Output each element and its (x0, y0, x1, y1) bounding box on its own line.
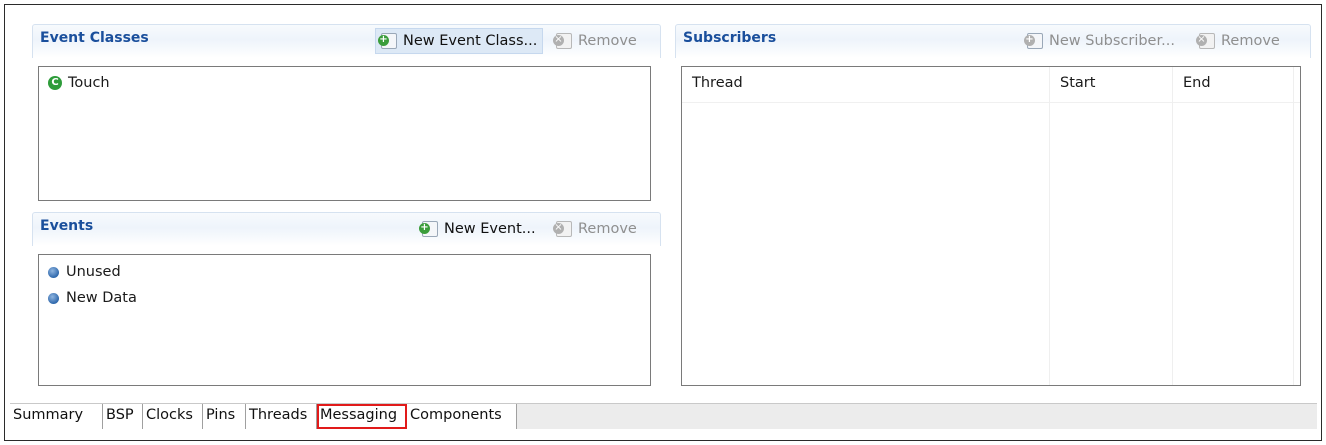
new-class-icon (378, 33, 397, 49)
table-header: Thread Start End (682, 67, 1300, 103)
new-event-icon (419, 221, 438, 237)
remove-icon (553, 33, 572, 49)
class-c-icon: C (48, 76, 62, 90)
list-item[interactable]: C Touch (39, 70, 650, 96)
event-label: Unused (66, 264, 121, 280)
column-divider (1293, 67, 1294, 385)
remove-icon (553, 221, 572, 237)
editor-tab-bar: Summary BSP Clocks Pins Threads Messagin… (10, 403, 1317, 429)
column-header-thread[interactable]: Thread (692, 75, 743, 91)
new-event-label: New Event... (444, 221, 536, 237)
list-item[interactable]: New Data (39, 285, 650, 311)
tab-summary[interactable]: Summary (10, 404, 103, 429)
new-event-class-button[interactable]: New Event Class... (375, 28, 544, 54)
subscribers-section: Subscribers New Subscriber... Remove Thr… (675, 24, 1311, 389)
remove-subscriber-button[interactable]: Remove (1194, 28, 1285, 54)
new-event-class-label: New Event Class... (403, 33, 538, 49)
events-title: Events (40, 218, 94, 234)
new-subscriber-icon (1024, 33, 1043, 49)
configuration-editor: Event Classes New Event Class... Remove … (4, 4, 1322, 441)
remove-icon (1196, 33, 1215, 49)
subscribers-header: Subscribers New Subscriber... Remove (675, 24, 1311, 58)
remove-event-class-label: Remove (578, 33, 637, 49)
column-divider (1172, 67, 1173, 385)
event-classes-list[interactable]: C Touch (38, 66, 651, 201)
event-label: New Data (66, 290, 137, 306)
new-subscriber-label: New Subscriber... (1049, 33, 1175, 49)
column-header-end[interactable]: End (1183, 75, 1211, 91)
column-header-start[interactable]: Start (1060, 75, 1095, 91)
column-divider (1049, 67, 1050, 385)
remove-subscriber-label: Remove (1221, 33, 1280, 49)
list-item[interactable]: Unused (39, 259, 650, 285)
new-event-button[interactable]: New Event... (417, 216, 541, 242)
event-classes-header: Event Classes New Event Class... Remove (32, 24, 661, 58)
events-section: Events New Event... Remove Unused New Da… (32, 212, 661, 389)
blue-dot-icon (48, 292, 59, 304)
remove-event-label: Remove (578, 221, 637, 237)
events-header: Events New Event... Remove (32, 212, 661, 246)
tab-clocks[interactable]: Clocks (143, 404, 203, 429)
tab-threads[interactable]: Threads (246, 404, 317, 429)
remove-event-button[interactable]: Remove (551, 216, 642, 242)
subscribers-table[interactable]: Thread Start End (681, 66, 1301, 386)
tab-bsp[interactable]: BSP (103, 404, 143, 429)
tab-components[interactable]: Components (407, 404, 517, 429)
remove-event-class-button[interactable]: Remove (551, 28, 642, 54)
event-classes-section: Event Classes New Event Class... Remove … (32, 24, 661, 204)
event-classes-title: Event Classes (40, 30, 149, 46)
tab-pins[interactable]: Pins (203, 404, 246, 429)
events-list[interactable]: Unused New Data (38, 254, 651, 386)
tab-messaging[interactable]: Messaging (317, 404, 407, 429)
subscribers-title: Subscribers (683, 30, 777, 46)
new-subscriber-button[interactable]: New Subscriber... (1022, 28, 1180, 54)
blue-dot-icon (48, 266, 59, 278)
event-class-label: Touch (68, 75, 110, 91)
